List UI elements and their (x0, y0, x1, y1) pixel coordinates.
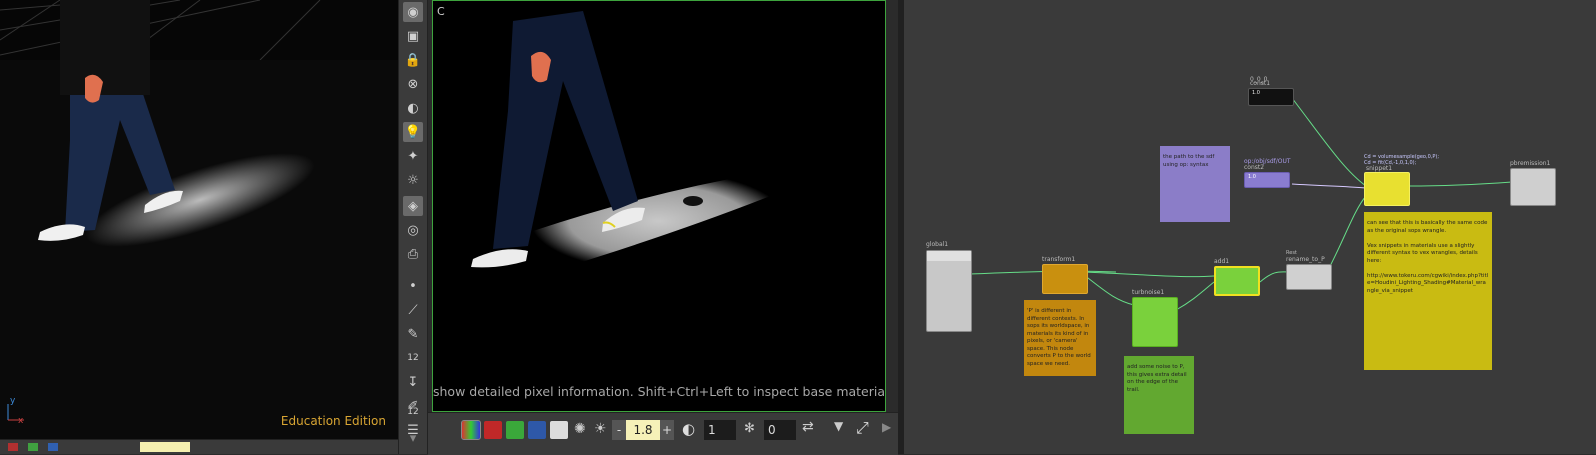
render-image (471, 11, 787, 271)
render-view-corner-label: C (437, 5, 445, 18)
turbnoise1-label: turbnoise1 (1132, 289, 1165, 296)
axis-gizmo: y x (4, 396, 28, 426)
sticky-note-snippet-info[interactable]: can see that this is basically the same … (1364, 212, 1492, 370)
const2-label: const2 (1244, 164, 1265, 171)
sticky-yellow-link[interactable]: http://www.tokeru.com/cgwiki/index.php?t… (1367, 273, 1489, 296)
light-bulb-icon[interactable]: 💡 (403, 122, 423, 142)
red-channel-button[interactable] (484, 421, 502, 439)
const2-node[interactable]: 1.0 (1244, 172, 1290, 188)
character-torso (60, 0, 150, 95)
step-counter-top[interactable]: 12 (403, 348, 423, 368)
rgb-channel-button[interactable] (461, 420, 481, 440)
sticky-note-sdf-path[interactable]: the path to the sdf using op: syntax (1160, 146, 1230, 222)
scroll-right-icon[interactable]: ▶ (882, 420, 891, 434)
edge-icon[interactable]: ⟋ (403, 300, 423, 320)
zoom-fit-icon[interactable]: ⤢ (856, 418, 869, 438)
render-view[interactable]: C show detailed pixel information. Shift… (432, 0, 886, 412)
light-view-icon[interactable]: ◐ (403, 98, 423, 118)
pick-icon[interactable]: ✎ (403, 324, 423, 344)
render-view-toolbar: ✺ ☀ - 1.8 + ◐ 1 ✻ 0 ⇄ ▼ ⤢ ▶ (428, 412, 898, 455)
eye-icon[interactable]: ◎ (403, 220, 423, 240)
brightness-icon[interactable]: ☀ (594, 421, 607, 437)
const1-label: const1 (1250, 80, 1271, 87)
step-counter-bottom[interactable]: 12 (403, 402, 423, 422)
camera-light-icon[interactable]: ☼ (403, 170, 423, 190)
transform1-node[interactable] (1042, 264, 1088, 294)
gamma-field[interactable]: 1 (704, 420, 736, 440)
snippet1-node[interactable] (1364, 172, 1410, 206)
clear-icon[interactable]: ⊗ (403, 74, 423, 94)
rename-to-p-label: rename_to_P (1286, 256, 1325, 263)
snippet1-label: snippet1 (1366, 165, 1393, 172)
dropdown-arrow-icon[interactable]: ▼ (834, 419, 843, 433)
pbremission1-label: pbremission1 (1510, 160, 1551, 167)
scene-render (0, 0, 398, 454)
add-light-icon[interactable]: ✦ (403, 146, 423, 166)
network-editor[interactable]: 0_0_0 const1 1.0 the path to the sdf usi… (904, 0, 1596, 454)
blue-channel-button[interactable] (528, 421, 546, 439)
scene-viewport[interactable]: y x Education Edition (0, 0, 398, 454)
education-edition-label: Education Edition (280, 414, 386, 428)
lut-icon[interactable]: ⇄ (802, 419, 814, 435)
green-channel-button[interactable] (506, 421, 524, 439)
blue-swatch-icon[interactable] (48, 443, 58, 451)
sticky-yellow-line2: Vex snippets in materials use a slightly… (1367, 242, 1478, 264)
axis-y-label: y (10, 396, 16, 406)
lock-icon[interactable]: 🔒 (403, 50, 423, 70)
display-options-icon[interactable]: ◉ (403, 2, 423, 22)
add1-label: add1 (1214, 258, 1230, 265)
network-wires (969, 97, 1513, 311)
transform1-label: transform1 (1042, 256, 1076, 263)
global1-label: global1 (926, 241, 949, 248)
render-view-hint: show detailed pixel information. Shift+C… (433, 384, 886, 399)
exposure-icon[interactable]: ✺ (574, 421, 586, 437)
rendered-trail (530, 171, 787, 271)
const1-value: 1.0 (1252, 90, 1260, 96)
pbremission1-node[interactable] (1510, 168, 1556, 206)
viewport-bottom-toolbar[interactable] (0, 439, 398, 454)
gamma-icon[interactable]: ◐ (682, 420, 695, 438)
exposure-decrease-button[interactable]: - (612, 420, 626, 440)
add1-node[interactable] (1214, 266, 1260, 296)
turbnoise1-node[interactable] (1132, 297, 1178, 347)
global1-node[interactable] (926, 250, 972, 332)
snap-icon[interactable]: ↧ (403, 372, 423, 392)
exposure-field[interactable]: 1.8 (626, 420, 660, 440)
alpha-channel-button[interactable] (550, 421, 568, 439)
red-swatch-icon[interactable] (8, 443, 18, 451)
viewport-tool-shelf: ◉ ▣ 🔒 ⊗ ◐ 💡 ✦ ☼ ◈ ◎ ⎙ • ⟋ ✎ ↧ ✐ ☰ 12 12 ▾ (398, 0, 428, 454)
exposure-increase-button[interactable]: + (660, 420, 674, 440)
scroll-down-icon[interactable]: ▾ (403, 428, 423, 448)
ground-grid (0, 0, 321, 61)
const2-value: 1.0 (1248, 174, 1256, 180)
value-field[interactable] (140, 442, 190, 452)
shading-icon[interactable]: ◈ (403, 196, 423, 216)
wireframe-icon[interactable]: ▣ (403, 26, 423, 46)
offset-icon[interactable]: ✻ (744, 421, 755, 436)
green-swatch-icon[interactable] (28, 443, 38, 451)
sticky-yellow-line1: can see that this is basically the same … (1367, 220, 1488, 234)
rename-to-p-node[interactable] (1286, 264, 1332, 290)
axis-x-label: x (18, 416, 24, 426)
camera-icon[interactable]: ⎙ (403, 244, 423, 264)
point-icon[interactable]: • (403, 276, 423, 296)
sticky-note-noise[interactable]: add some noise to P, this gives extra de… (1124, 356, 1194, 434)
rendered-shoe-left (471, 249, 528, 268)
offset-field[interactable]: 0 (764, 420, 796, 440)
sticky-note-p-space[interactable]: 'P' is different in different contexts. … (1024, 300, 1096, 376)
const1-node[interactable]: 1.0 (1248, 88, 1294, 106)
